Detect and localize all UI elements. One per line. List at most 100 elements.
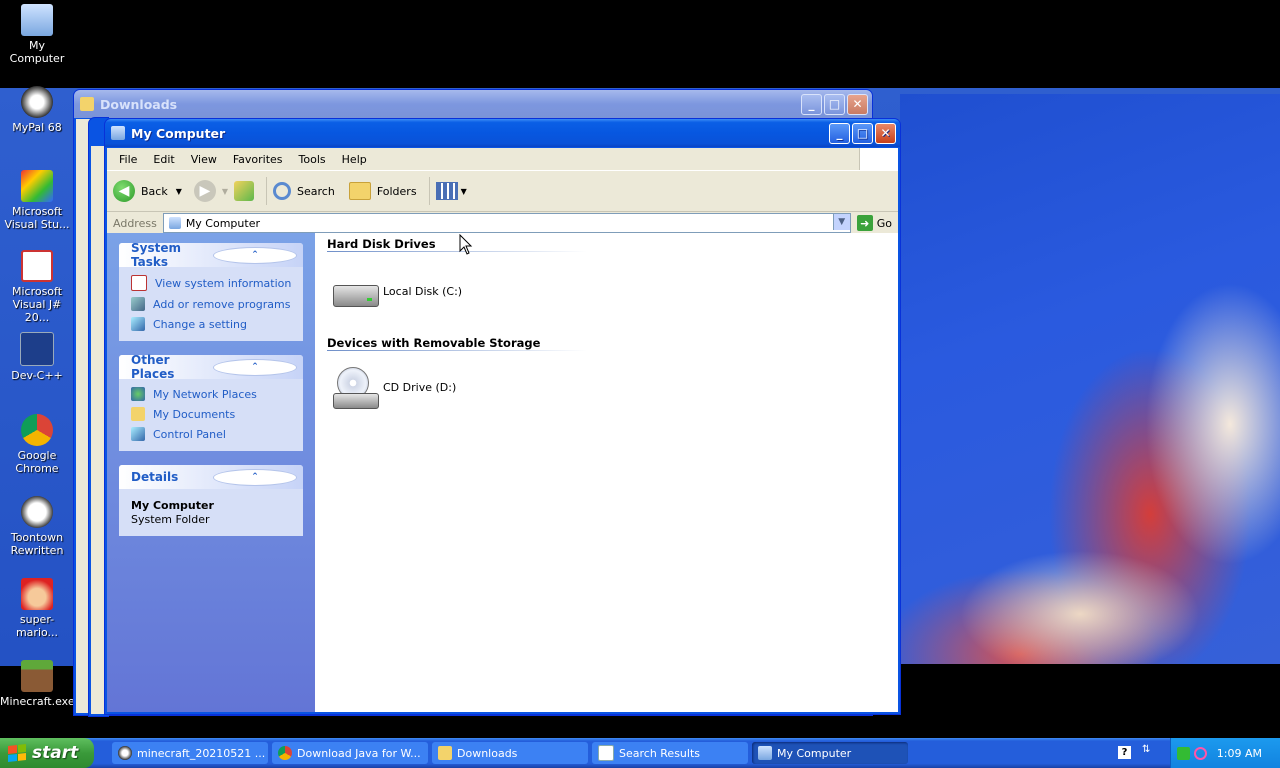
my-network-places-link[interactable]: My Network Places xyxy=(131,387,293,401)
my-documents-link[interactable]: My Documents xyxy=(131,407,293,421)
add-remove-programs-link[interactable]: Add or remove programs xyxy=(131,297,293,311)
taskbar-item-minecraft[interactable]: minecraft_20210521 ... xyxy=(112,742,268,764)
group-divider xyxy=(327,251,587,252)
clock[interactable]: 1:09 AM xyxy=(1217,747,1262,760)
desktop-icon-chrome[interactable]: Google Chrome xyxy=(0,414,74,475)
forward-dropdown-icon[interactable]: ▼ xyxy=(222,187,228,196)
toolbar-separator xyxy=(428,177,430,205)
visual-studio-icon xyxy=(21,170,53,202)
downloads-titlebar[interactable]: Downloads _ □ ✕ xyxy=(74,90,872,118)
system-info-icon xyxy=(131,275,147,291)
menu-view[interactable]: View xyxy=(183,153,225,166)
window-title: Downloads xyxy=(100,96,178,112)
start-button[interactable]: start xyxy=(0,738,94,768)
taskbar-item-downloads[interactable]: Downloads xyxy=(432,742,588,764)
back-button[interactable]: ◀ Back ▼ xyxy=(113,180,182,202)
go-button[interactable]: ➜ Go xyxy=(856,215,892,231)
drive-local-disk-c[interactable]: Local Disk (C:) xyxy=(331,271,462,311)
control-panel-link[interactable]: Control Panel xyxy=(131,427,293,441)
address-dropdown-icon[interactable]: ▼ xyxy=(832,214,850,230)
standard-toolbar: ◀ Back ▼ ▶ ▼ Search Folders ▼ xyxy=(107,170,898,212)
taskbar-item-label: Downloads xyxy=(457,746,518,760)
desktop-icon-label: Google Chrome xyxy=(15,449,59,475)
desktop-icon-label: Microsoft Visual J# 20... xyxy=(11,285,63,324)
forward-button[interactable]: ▶ ▼ xyxy=(188,180,228,202)
minimize-button[interactable]: _ xyxy=(801,93,822,115)
computer-icon xyxy=(21,4,53,36)
maximize-button[interactable]: □ xyxy=(824,93,845,115)
desktop-icon-toontown[interactable]: Toontown Rewritten xyxy=(0,496,74,557)
back-dropdown-icon[interactable]: ▼ xyxy=(176,187,182,196)
my-computer-window[interactable]: My Computer _ □ ✕ File Edit View Favorit… xyxy=(104,118,901,715)
desktop-icon-visual-studio[interactable]: Microsoft Visual Stu... xyxy=(0,170,74,231)
views-dropdown-icon[interactable]: ▼ xyxy=(461,187,467,196)
views-button[interactable]: ▼ xyxy=(435,182,467,200)
link-label: My Network Places xyxy=(153,387,257,401)
up-button[interactable] xyxy=(234,181,255,201)
mouse-cursor-icon xyxy=(459,234,473,255)
language-icon[interactable]: ⇅ xyxy=(1142,744,1150,755)
desktop-icon-visual-jsharp[interactable]: Microsoft Visual J# 20... xyxy=(0,250,74,324)
details-header[interactable]: Details ⌃ xyxy=(119,465,303,489)
search-label: Search xyxy=(297,184,335,198)
network-places-icon xyxy=(131,387,145,401)
search-icon xyxy=(273,182,292,200)
details-type: System Folder xyxy=(131,513,210,526)
address-field[interactable]: My Computer ▼ xyxy=(162,213,851,233)
taskbar: start minecraft_20210521 ... Download Ja… xyxy=(0,738,1280,768)
link-label: My Documents xyxy=(153,407,236,421)
group-divider xyxy=(327,350,587,351)
menu-file[interactable]: File xyxy=(111,153,145,166)
taskbar-item-label: minecraft_20210521 ... xyxy=(137,746,266,760)
toontown-icon xyxy=(21,496,53,528)
folders-button[interactable]: Folders xyxy=(348,182,417,200)
menu-edit[interactable]: Edit xyxy=(145,153,182,166)
close-button[interactable]: ✕ xyxy=(875,122,896,144)
system-tasks-header[interactable]: System Tasks ⌃ xyxy=(119,241,303,269)
close-button[interactable]: ✕ xyxy=(847,93,868,115)
tray-search-icon[interactable] xyxy=(1193,746,1207,760)
minimize-button[interactable]: _ xyxy=(829,122,850,144)
desktop-icon-super-mario[interactable]: super-mario... xyxy=(0,578,74,639)
item-label: CD Drive (D:) xyxy=(383,380,457,394)
file-list: Hard Disk Drives Local Disk (C:) Devices… xyxy=(315,233,898,712)
view-system-info-link[interactable]: View system information xyxy=(131,275,293,291)
menu-favorites[interactable]: Favorites xyxy=(225,153,291,166)
menu-help[interactable]: Help xyxy=(334,153,375,166)
panel-title: Other Places xyxy=(131,353,175,381)
maximize-button[interactable]: □ xyxy=(852,122,873,144)
taskbar-item-download-java[interactable]: Download Java for W... xyxy=(272,742,428,764)
desktop-icon-devcpp[interactable]: Dev-C++ xyxy=(0,332,74,382)
search-button[interactable]: Search xyxy=(273,182,335,200)
my-computer-titlebar[interactable]: My Computer _ □ ✕ xyxy=(105,119,900,147)
drive-cd-d[interactable]: CD Drive (D:) xyxy=(331,367,457,409)
minecraft-icon xyxy=(21,660,53,692)
mypal-icon xyxy=(21,86,53,118)
other-places-header[interactable]: Other Places ⌃ xyxy=(119,353,303,381)
link-label: Add or remove programs xyxy=(153,297,291,311)
taskbar-item-search-results[interactable]: Search Results xyxy=(592,742,748,764)
group-header-removable: Devices with Removable Storage xyxy=(327,336,541,350)
desktop-icon-my-computer[interactable]: My Computer xyxy=(0,4,74,65)
computer-icon xyxy=(758,746,772,760)
collapse-chevron-icon[interactable]: ⌃ xyxy=(213,468,297,486)
folder-icon xyxy=(80,97,94,111)
desktop-icon-mypal[interactable]: MyPal 68 xyxy=(0,86,74,134)
collapse-chevron-icon[interactable]: ⌃ xyxy=(213,246,297,264)
collapse-chevron-icon[interactable]: ⌃ xyxy=(213,358,297,376)
help-icon[interactable]: ? xyxy=(1118,746,1131,759)
mypal-icon xyxy=(118,746,132,760)
link-label: Control Panel xyxy=(153,427,226,441)
control-panel-icon xyxy=(131,317,145,331)
change-setting-link[interactable]: Change a setting xyxy=(131,317,293,331)
documents-folder-icon xyxy=(131,407,145,421)
windows-flag-icon xyxy=(8,744,26,762)
window-content: System Tasks ⌃ View system information A… xyxy=(107,233,898,712)
windows-logo-icon xyxy=(859,148,898,170)
desktop-icon-minecraft[interactable]: Minecraft.exe xyxy=(0,660,75,708)
desktop-icon-label: Toontown Rewritten xyxy=(10,531,64,557)
link-label: View system information xyxy=(155,276,292,290)
menu-tools[interactable]: Tools xyxy=(291,153,334,166)
taskbar-item-my-computer[interactable]: My Computer xyxy=(752,742,908,764)
network-icon[interactable] xyxy=(1176,746,1190,760)
